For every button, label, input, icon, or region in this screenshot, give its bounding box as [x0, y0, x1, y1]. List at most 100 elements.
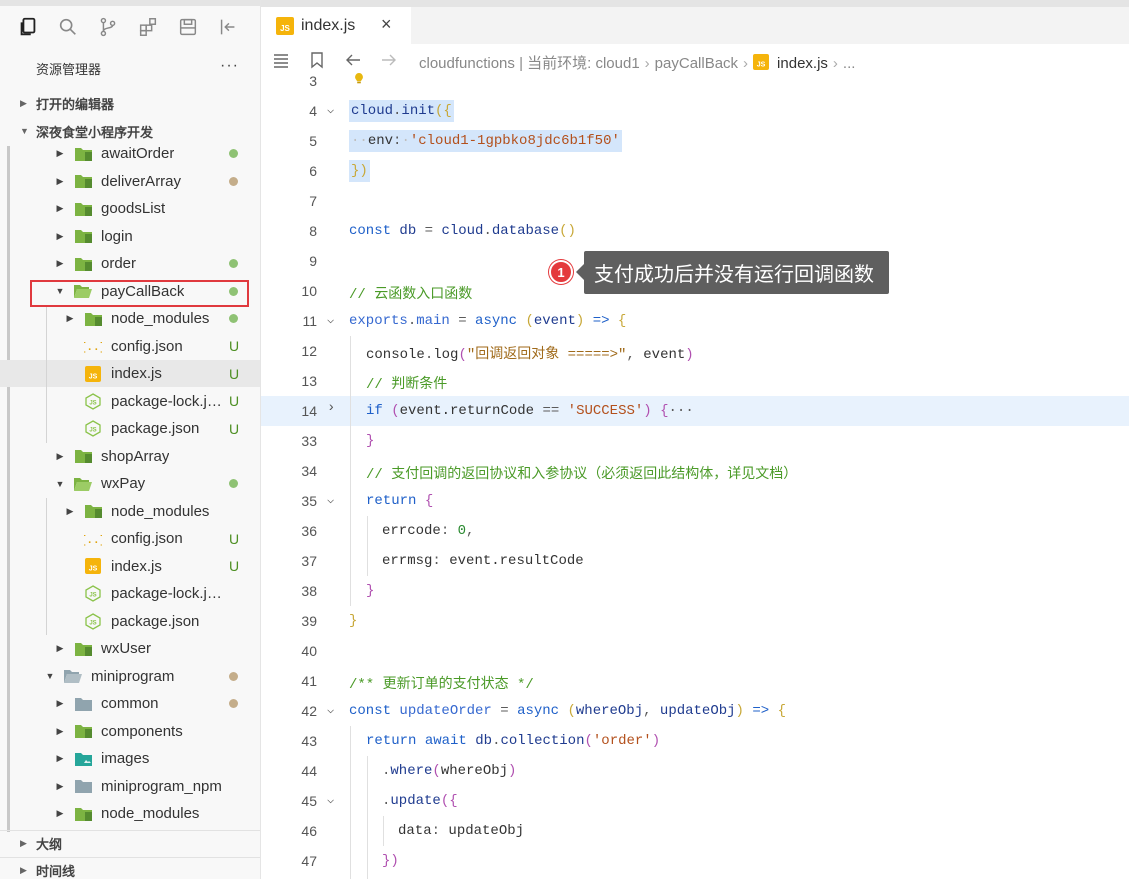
fold-open-icon[interactable]: ⌵ [327, 492, 334, 507]
tree-item[interactable]: JS index.js U [0, 553, 260, 580]
chevron-right-icon[interactable]: ▶ [55, 258, 65, 269]
code-line: 39 } [261, 606, 1129, 636]
nodejs-file-icon: JS [84, 392, 102, 410]
tree-item[interactable]: ▶ goodsList [0, 195, 260, 222]
source-control-icon[interactable] [88, 12, 128, 42]
fold-open-icon[interactable]: ⌵ [327, 702, 334, 717]
chevron-right-icon[interactable]: ▶ [55, 203, 65, 214]
folder-open-icon [64, 668, 82, 684]
tree-item-label: images [101, 750, 150, 767]
tree-item[interactable]: JS index.js U [0, 360, 260, 387]
chevron-right-icon[interactable]: ▶ [55, 231, 65, 242]
tree-item[interactable]: JS package-lock.json [0, 580, 260, 607]
json-file-icon: {..} [84, 338, 102, 354]
svg-text:JS: JS [757, 62, 766, 69]
tree-item-label: shopArray [101, 447, 170, 465]
code-text: } [366, 433, 375, 449]
tree-item[interactable]: ▼ miniprogram [0, 663, 260, 690]
fold-open-icon[interactable]: ⌵ [327, 102, 334, 117]
fold-open-icon[interactable]: ⌵ [327, 312, 334, 327]
svg-text:JS: JS [89, 373, 98, 380]
tree-item[interactable]: ▶ common [0, 690, 260, 717]
breadcrumb-segment-folder[interactable]: payCallBack [655, 55, 738, 72]
code-editor[interactable]: 3 4 ⌵ cloud.init({ 5 ··env:·'cloud1-1gpb… [261, 76, 1129, 879]
lightbulb-icon[interactable] [353, 72, 365, 84]
tree-item[interactable]: ▶ shopArray [0, 443, 260, 470]
tree-item[interactable]: ▶ login [0, 223, 260, 250]
tree-item[interactable]: ▶ node_modules [0, 498, 260, 525]
chevron-right-icon[interactable]: ▶ [55, 176, 65, 187]
tree-item[interactable]: JS package.json [0, 608, 260, 635]
tree-item[interactable]: {..} config.json U [0, 333, 260, 360]
chevron-down-icon[interactable]: ▼ [45, 671, 55, 681]
cloud-storage-icon[interactable] [168, 12, 208, 42]
section-outline-label: 大纲 [36, 837, 63, 852]
chevron-right-icon[interactable]: ▶ [65, 313, 75, 324]
chevron-right-icon[interactable]: ▶ [55, 451, 65, 462]
chevron-right-icon[interactable]: ▶ [55, 808, 65, 819]
tree-item[interactable]: JS package.json U [0, 415, 260, 442]
tree-item[interactable]: ▼ wxPay [0, 470, 260, 497]
tree-item[interactable]: ▶ awaitOrder [0, 140, 260, 167]
indent-guide [350, 336, 351, 606]
forward-arrow-icon[interactable] [379, 50, 399, 70]
tree-item-label: package-lock.json [111, 585, 225, 602]
line-number: 43 [301, 733, 317, 749]
code-comment: // 支付回调的返回协议和入参协议（必须返回此结构体，详见文档） [366, 467, 798, 483]
tree-item-label: package-lock.js... [111, 392, 225, 410]
git-status-dot [229, 149, 238, 158]
tab-index-js[interactable]: JS index.js × [261, 7, 411, 44]
breadcrumb-segment-file[interactable]: index.js [777, 55, 828, 72]
tree-item-label: index.js [111, 365, 162, 382]
back-arrow-icon[interactable] [343, 50, 363, 70]
nodejs-file-icon: JS [84, 585, 102, 602]
chevron-right-icon[interactable]: ▶ [65, 506, 75, 517]
tree-item-label: order [101, 255, 137, 272]
extensions-icon[interactable] [128, 12, 168, 42]
tree-item[interactable]: ▶ components [0, 718, 260, 745]
code-line: 11 ⌵ exports.main = async (event) => { [261, 306, 1129, 336]
tree-item[interactable]: ▶ node_modules [0, 800, 260, 827]
tree-item[interactable]: ▶ images [0, 745, 260, 772]
close-icon[interactable]: × [381, 14, 392, 35]
folder-icon [74, 173, 92, 189]
chevron-right-icon[interactable]: ▶ [55, 726, 65, 737]
chevron-right-icon[interactable]: ▶ [55, 698, 65, 709]
fold-closed-icon[interactable]: › [327, 400, 335, 416]
code-line: 43 return await db.collection('order') [261, 726, 1129, 756]
collapse-panel-icon[interactable] [208, 12, 248, 42]
tree-item-label: awaitOrder [101, 145, 175, 162]
chevron-right-icon[interactable]: ▶ [55, 643, 65, 654]
tree-item[interactable]: ▶ deliverArray [0, 168, 260, 195]
tree-item[interactable]: {..} config.json U [0, 525, 260, 552]
indent-guide [350, 726, 351, 879]
breadcrumb-segment-symbol[interactable]: ... [843, 55, 856, 72]
chevron-right-icon[interactable]: ▶ [55, 753, 65, 764]
search-icon[interactable] [48, 12, 88, 42]
tree-item[interactable]: ▶ miniprogram_npm [0, 773, 260, 800]
chevron-right-icon[interactable]: ▶ [55, 781, 65, 792]
code-text: exports.main = async (event) => { [349, 313, 627, 329]
code-line: 4 ⌵ cloud.init({ [261, 96, 1129, 126]
breadcrumb-segment-env[interactable]: cloudfunctions | 当前环境: cloud1 [419, 55, 640, 72]
git-status-untracked: U [229, 420, 240, 437]
tree-item[interactable]: JS package-lock.js... U [0, 388, 260, 415]
tree-item[interactable]: ▶ node_modules [0, 305, 260, 332]
fold-open-icon[interactable]: ⌵ [327, 792, 334, 807]
section-open-editors[interactable]: ▶ 打开的编辑器 [0, 90, 260, 116]
section-timeline[interactable]: ▶ 时间线 [0, 857, 260, 879]
chevron-down-icon[interactable]: ▼ [55, 479, 65, 489]
chevron-right-icon[interactable]: ▶ [55, 148, 65, 159]
line-number: 47 [301, 853, 317, 869]
js-file-icon: JS [84, 365, 102, 382]
section-outline[interactable]: ▶ 大纲 [0, 830, 260, 856]
svg-text:JS: JS [89, 593, 96, 599]
bookmark-icon[interactable] [307, 50, 327, 70]
tree-item[interactable]: ▶ order [0, 250, 260, 277]
list-icon[interactable] [271, 50, 291, 70]
explorer-files-icon[interactable] [8, 12, 48, 42]
svg-text:JS: JS [89, 400, 96, 406]
tree-item[interactable]: ▶ wxUser [0, 635, 260, 662]
more-actions-icon[interactable]: ··· [220, 52, 239, 84]
nodejs-file-icon: JS [84, 420, 102, 437]
